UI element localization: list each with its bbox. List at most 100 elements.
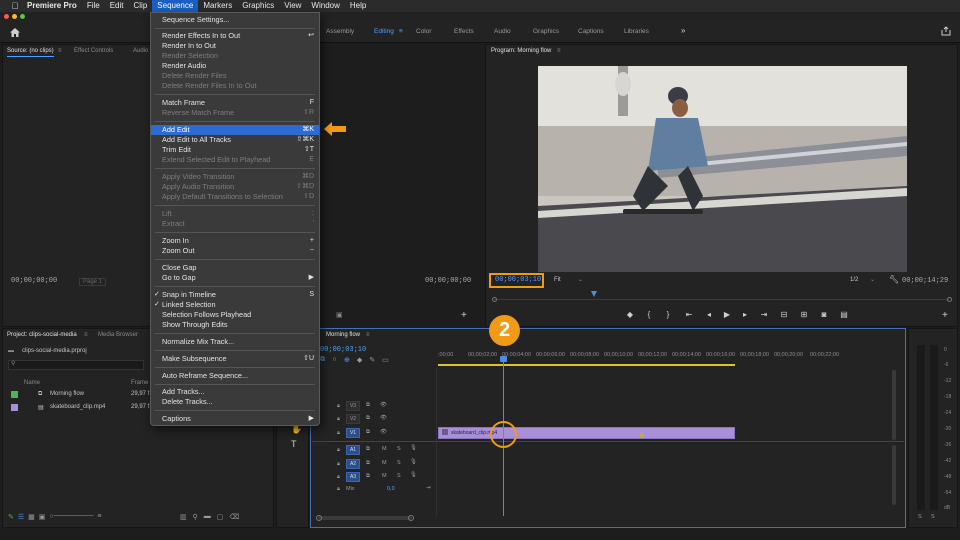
menu-item-normalize-mix-track[interactable]: Normalize Mix Track... [151,337,319,347]
sequence-color-label[interactable] [11,391,18,398]
sync-lock-icon[interactable]: ⧉ [366,473,370,480]
menu-item-zoom-in[interactable]: Zoom In + [151,236,319,246]
source-panel-menu-icon[interactable]: ≡ [58,48,62,54]
new-item-icon[interactable]: ▢ [217,513,224,521]
source-page-select[interactable]: Page 1 [79,278,107,286]
menu-item-linked-selection[interactable]: ✓ Linked Selection [151,300,319,310]
program-timecode[interactable]: 00;00;03;10 [495,276,541,284]
scroll-right-handle[interactable] [408,515,414,521]
go-to-end-icon[interactable]: ⇥ [426,485,431,491]
lock-icon[interactable]: 🔒︎ [337,447,340,454]
source-add-button[interactable]: + [461,310,467,321]
automate-to-sequence-icon[interactable]: ▥ [180,513,187,521]
menu-file[interactable]: File [82,0,105,12]
menu-item-render-audio[interactable]: Render Audio [151,61,319,71]
timeline-sequence-tab[interactable]: Morning flow [326,332,360,338]
snap-icon[interactable]: ∩ [332,356,337,364]
mute-button[interactable]: M [382,473,387,479]
step-forward-icon[interactable]: ▸ [736,310,754,319]
menu-item-auto-reframe-sequence[interactable]: Auto Reframe Sequence... [151,371,319,381]
menu-premiere-pro[interactable]: Premiere Pro [22,0,82,12]
zoom-slider[interactable]: ○──────── [49,513,93,521]
menu-markers[interactable]: Markers [198,0,237,12]
track-target-v2[interactable]: V2 [346,414,360,424]
column-header-frame-rate[interactable]: Frame [131,380,148,386]
menu-item-sequence-settings[interactable]: Sequence Settings... [151,15,319,25]
extract-icon[interactable]: ⊞ [794,310,814,319]
timeline-timecode[interactable]: 00;00;03;10 [320,346,366,354]
program-add-button[interactable]: + [942,310,948,321]
solo-button[interactable]: S [397,460,401,466]
list-view-icon[interactable]: ☰ [18,513,24,521]
menu-graphics[interactable]: Graphics [237,0,279,12]
menu-view[interactable]: View [279,0,306,12]
workspace-audio[interactable]: Audio [494,28,511,35]
add-marker-timeline-icon[interactable]: ◆ [357,356,362,364]
menu-item-trim-edit[interactable]: Trim Edit ⇧T [151,145,319,155]
sync-lock-icon[interactable]: ⧉ [366,402,370,409]
timeline-horizontal-scrollbar[interactable] [318,516,412,520]
minimize-window-button[interactable] [12,14,17,19]
menu-help[interactable]: Help [345,0,371,12]
menu-item-delete-tracks[interactable]: Delete Tracks... [151,397,319,407]
scroll-left-handle[interactable] [316,515,322,521]
close-window-button[interactable] [4,14,9,19]
project-panel-menu-icon[interactable]: ≡ [84,332,88,338]
workspace-color[interactable]: Color [416,28,432,35]
microphone-icon[interactable]: 🎙︎ [410,459,417,465]
comparison-view-icon[interactable]: ▤ [834,310,854,319]
menu-clip[interactable]: Clip [129,0,153,12]
find-icon[interactable]: ⚲ [193,513,198,521]
project-item-name[interactable]: Morning flow [50,391,84,397]
eye-icon[interactable]: 👁︎ [380,429,387,435]
tab-audio[interactable]: Audio [133,48,148,54]
lift-icon[interactable]: ⊟ [774,310,794,319]
go-to-out-icon[interactable]: ⇥ [754,310,774,319]
source-timecode-in[interactable]: 00;00;00;00 [11,277,57,285]
workspace-graphics[interactable]: Graphics [533,28,559,35]
scrub-start-handle[interactable] [492,297,497,302]
menu-item-add-edit-to-all-tracks[interactable]: Add Edit to All Tracks ⇧⌘K [151,135,319,145]
icon-view-icon[interactable]: ▦ [28,513,35,521]
workspace-assembly[interactable]: Assembly [326,28,354,35]
tab-effect-controls[interactable]: Effect Controls [74,48,113,54]
eye-icon[interactable]: 👁︎ [380,402,387,408]
solo-button[interactable]: S [397,473,401,479]
mark-in-icon[interactable]: { [640,310,658,319]
trash-icon[interactable]: ⌫ [229,513,239,521]
sync-lock-icon[interactable]: ⧉ [366,429,370,436]
lock-icon[interactable]: 🔒︎ [337,461,340,468]
menu-item-make-subsequence[interactable]: Make Subsequence ⇧U [151,354,319,364]
menu-item-close-gap[interactable]: Close Gap [151,263,319,273]
export-frame-icon[interactable]: ▣ [336,311,343,319]
tab-source[interactable]: Source: (no clips) [7,48,54,57]
add-marker-icon[interactable]: ◆ [620,310,640,319]
solo-button[interactable]: S [397,446,401,452]
write-pencil-icon[interactable]: ✎ [8,513,14,521]
column-header-name[interactable]: Name [24,380,40,386]
export-frame-camera-icon[interactable]: ◙ [814,310,834,319]
tab-project[interactable]: Project: clips-social-media [7,332,77,338]
sync-lock-icon[interactable]: ⧉ [366,415,370,422]
eye-icon[interactable]: 👁︎ [380,415,387,421]
wrench-icon[interactable]: 🔧︎ [889,275,899,284]
go-to-in-icon[interactable]: ⇤ [678,310,700,319]
program-scrub-bar[interactable] [494,299,949,300]
tab-media-browser[interactable]: Media Browser [98,332,138,338]
play-icon[interactable]: ▶ [718,310,736,319]
menu-item-add-tracks[interactable]: Add Tracks... [151,387,319,397]
scrub-end-handle[interactable] [947,297,952,302]
step-back-icon[interactable]: ◂ [700,310,718,319]
menu-item-snap-in-timeline[interactable]: ✓ Snap in Timeline S [151,290,319,300]
solo-left-button[interactable]: S [918,514,922,520]
linked-selection-icon[interactable]: ⊕ [344,356,350,364]
menu-item-render-in-to-out[interactable]: Render In to Out [151,41,319,51]
program-panel-menu-icon[interactable]: ≡ [557,48,561,54]
menu-item-match-frame[interactable]: Match Frame F [151,98,319,108]
lock-icon[interactable]: 🔒︎ [337,430,340,437]
share-icon[interactable] [941,26,951,36]
type-tool-icon[interactable]: T [291,439,297,449]
sync-lock-icon[interactable]: ⧉ [366,446,370,453]
menu-window[interactable]: Window [306,0,344,12]
menu-item-zoom-out[interactable]: Zoom Out − [151,246,319,256]
